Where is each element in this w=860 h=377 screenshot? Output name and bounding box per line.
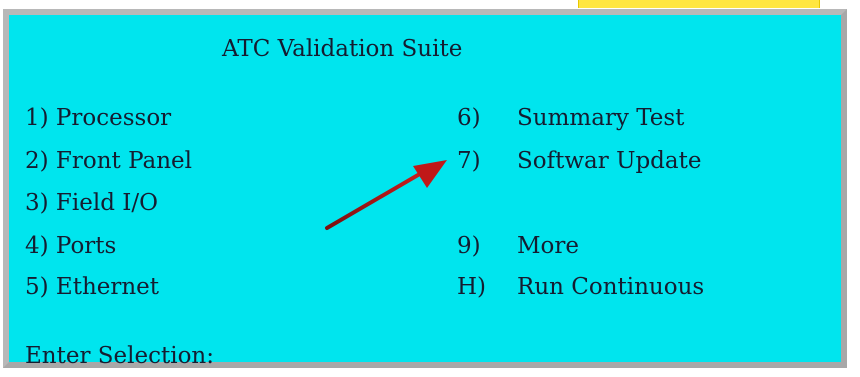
- menu-key-run-continuous[interactable]: H): [457, 276, 486, 299]
- menu-item-run-continuous[interactable]: Run Continuous: [517, 276, 704, 299]
- menu-item-softwar-update[interactable]: Softwar Update: [517, 150, 701, 173]
- menu-item-ports[interactable]: 4) Ports: [25, 235, 116, 258]
- menu-item-ethernet[interactable]: 5) Ethernet: [25, 276, 159, 299]
- menu-item-more[interactable]: More: [517, 235, 579, 258]
- menu-item-field-io[interactable]: 3) Field I/O: [25, 192, 158, 215]
- terminal-window[interactable]: ATC Validation Suite 1) Processor 2) Fro…: [3, 9, 847, 368]
- selection-prompt[interactable]: Enter Selection:: [25, 345, 214, 368]
- menu-item-front-panel[interactable]: 2) Front Panel: [25, 150, 192, 173]
- yellow-highlight-tab: [578, 0, 820, 8]
- menu-key-summary-test[interactable]: 6): [457, 107, 481, 130]
- menu-key-softwar-update[interactable]: 7): [457, 150, 481, 173]
- menu-item-summary-test[interactable]: Summary Test: [517, 107, 684, 130]
- menu-title: ATC Validation Suite: [222, 36, 463, 62]
- screenshot: ATC Validation Suite 1) Processor 2) Fro…: [0, 0, 860, 377]
- menu-key-more[interactable]: 9): [457, 235, 481, 258]
- menu-item-processor[interactable]: 1) Processor: [25, 107, 171, 130]
